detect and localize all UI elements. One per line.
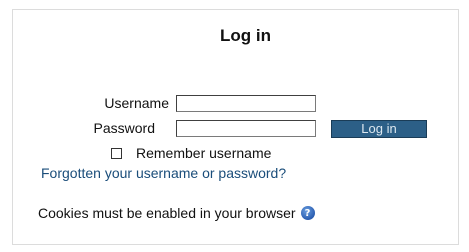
cookies-notice-text: Cookies must be enabled in your browser bbox=[38, 205, 296, 221]
cookies-notice: Cookies must be enabled in your browser … bbox=[38, 205, 315, 221]
remember-username-checkbox[interactable] bbox=[111, 147, 122, 159]
password-input[interactable] bbox=[176, 120, 316, 137]
remember-username-label[interactable]: Remember username bbox=[136, 145, 271, 161]
username-label: Username bbox=[104, 95, 169, 111]
remember-username-row: Remember username bbox=[111, 145, 271, 161]
username-input[interactable] bbox=[176, 95, 316, 112]
help-icon[interactable]: ? bbox=[300, 206, 315, 220]
login-title: Log in bbox=[220, 26, 271, 45]
forgot-password-link[interactable]: Forgotten your username or password? bbox=[41, 165, 286, 181]
password-label: Password bbox=[93, 120, 155, 136]
login-button[interactable]: Log in bbox=[331, 120, 427, 138]
login-panel: Log in Username Password Log in Remember… bbox=[12, 9, 459, 245]
